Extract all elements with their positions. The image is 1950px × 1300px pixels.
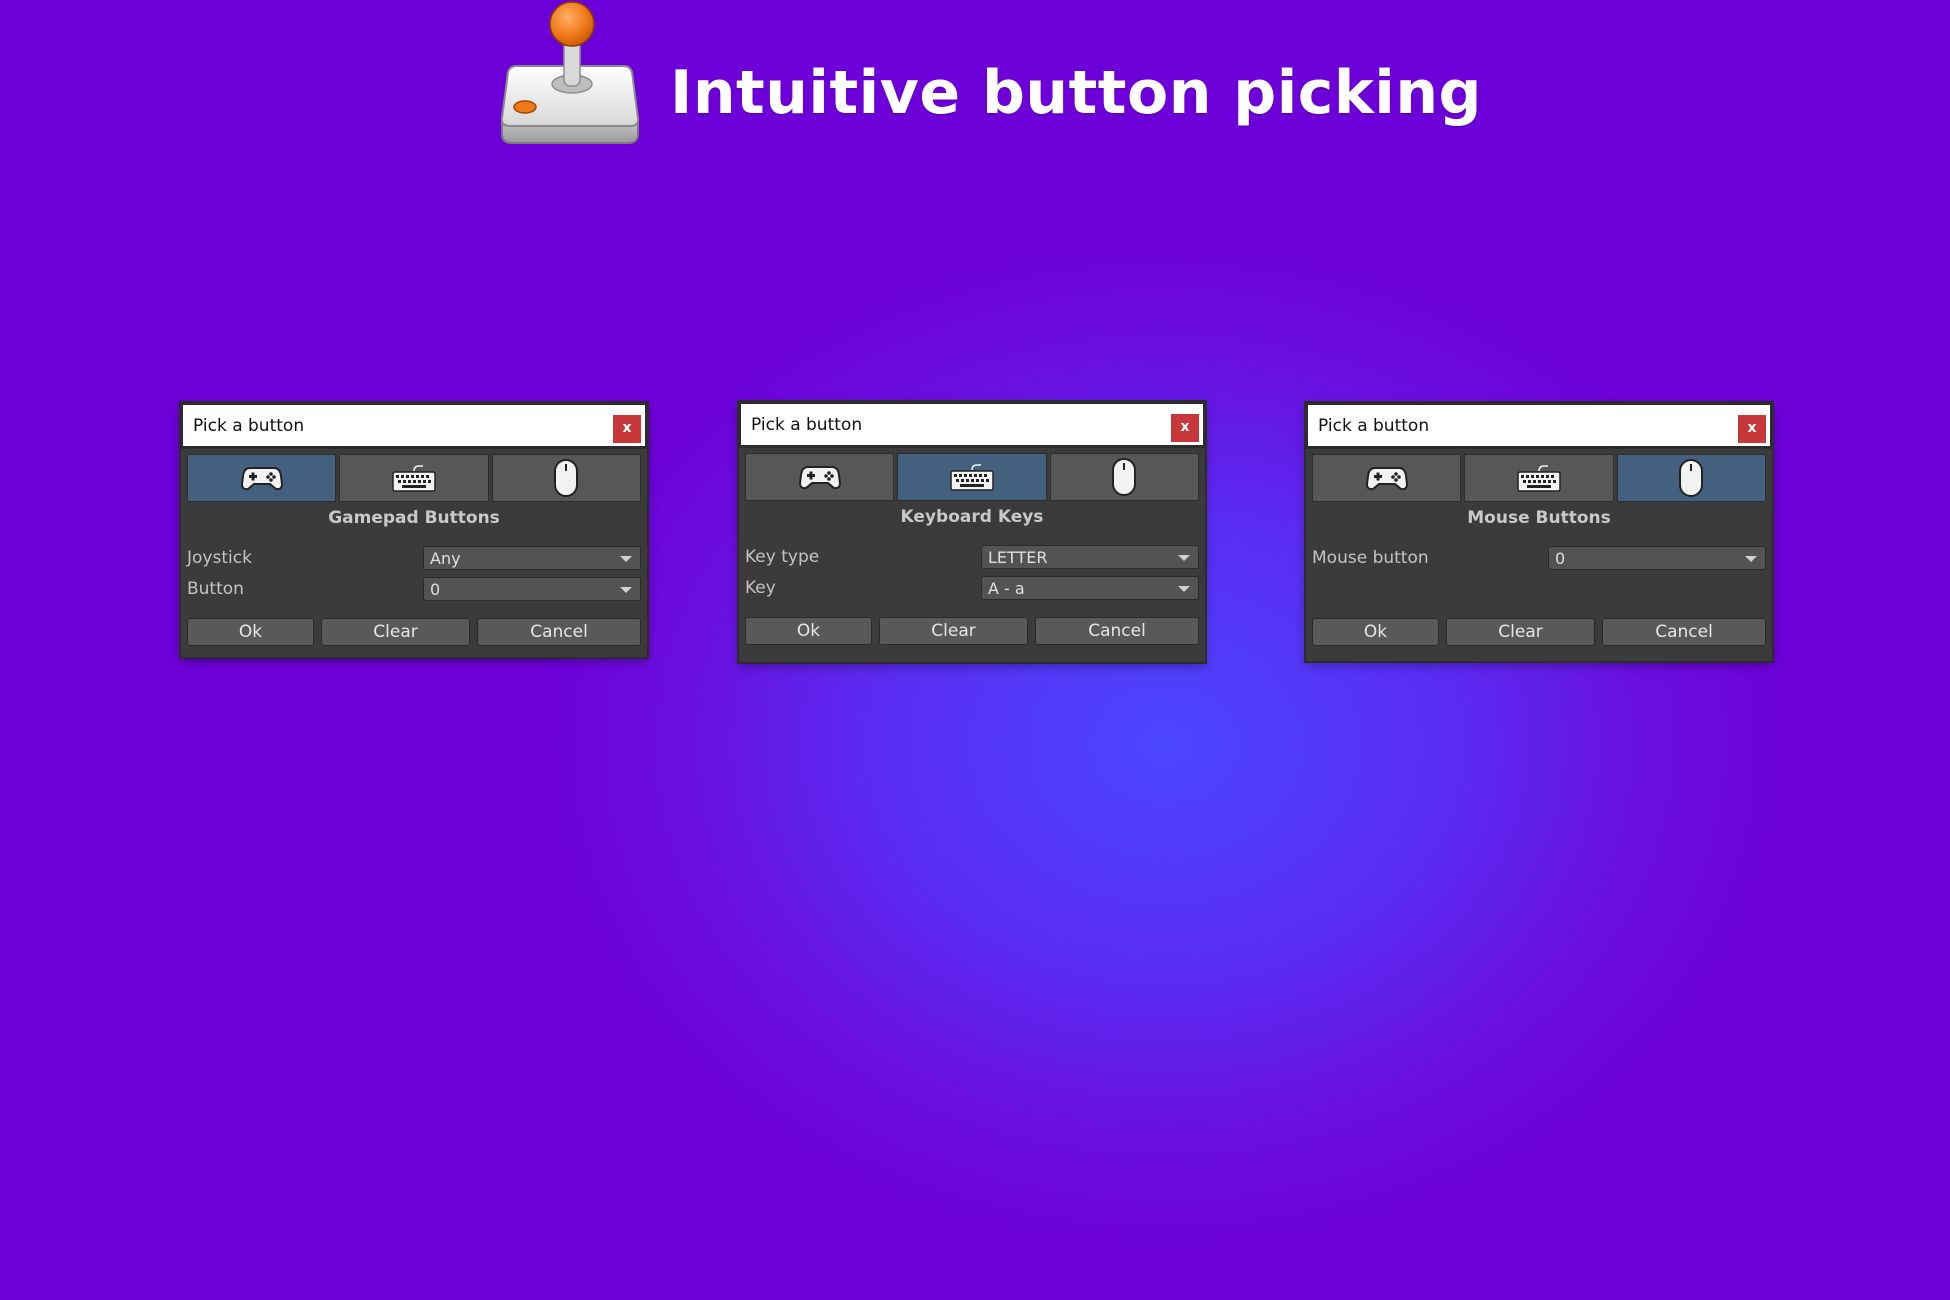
chevron-down-icon [1745, 556, 1757, 562]
gamepad-icon [798, 466, 841, 490]
section-title: Keyboard Keys [900, 507, 1044, 527]
dialog-titlebar: Pick a button x [181, 403, 647, 449]
joystick-dropdown[interactable]: Any [423, 546, 641, 570]
field-label: Joystick [187, 548, 252, 568]
chevron-down-icon [1178, 555, 1190, 561]
tab-keyboard[interactable] [339, 454, 489, 502]
clear-button[interactable]: Clear [879, 617, 1028, 645]
tab-mouse[interactable] [1049, 453, 1199, 501]
joystick-icon [496, 0, 644, 146]
dropdown-value: Any [430, 549, 461, 568]
cancel-button[interactable]: Cancel [477, 618, 641, 646]
field-row-button: Button 0 [181, 575, 647, 603]
dialog-title: Pick a button [1318, 416, 1430, 436]
button-dropdown[interactable]: 0 [423, 577, 641, 601]
close-button[interactable]: x [1171, 414, 1199, 442]
input-type-tabs [187, 454, 641, 502]
mouse-icon [1112, 458, 1137, 496]
mouse-button-dropdown[interactable]: 0 [1548, 546, 1766, 570]
tab-mouse[interactable] [491, 454, 641, 502]
input-type-tabs [745, 453, 1199, 501]
field-row-joystick: Joystick Any [181, 544, 647, 572]
dialog-title: Pick a button [193, 416, 305, 436]
dropdown-value: LETTER [988, 548, 1048, 567]
tab-gamepad[interactable] [745, 453, 895, 501]
field-label: Button [187, 579, 244, 599]
ok-button[interactable]: Ok [187, 618, 314, 646]
keyboard-icon [950, 464, 994, 491]
pick-button-dialog-gamepad: Pick a button x Gamepad Buttons Joystick… [181, 403, 647, 657]
dropdown-value: 0 [1555, 549, 1566, 568]
field-label: Key [745, 578, 776, 598]
ok-button[interactable]: Ok [745, 617, 872, 645]
chevron-down-icon [620, 587, 632, 593]
gamepad-icon [240, 467, 283, 491]
tab-keyboard[interactable] [1464, 454, 1614, 502]
mouse-icon [1679, 459, 1704, 497]
mouse-icon [554, 459, 579, 497]
close-button[interactable]: x [613, 415, 641, 443]
tab-gamepad[interactable] [187, 454, 337, 502]
ok-button[interactable]: Ok [1312, 618, 1439, 646]
field-row-key-type: Key type LETTER [739, 543, 1205, 571]
field-row-mouse-button: Mouse button 0 [1306, 544, 1772, 572]
section-title: Mouse Buttons [1467, 508, 1611, 528]
dialog-actions: Ok Clear Cancel [745, 617, 1199, 651]
input-type-tabs [1312, 454, 1766, 502]
dialog-actions: Ok Clear Cancel [187, 618, 641, 652]
key-type-dropdown[interactable]: LETTER [981, 545, 1199, 569]
cancel-button[interactable]: Cancel [1035, 617, 1199, 645]
page-title: Intuitive button picking [670, 58, 1483, 128]
dialog-actions: Ok Clear Cancel [1312, 618, 1766, 652]
dropdown-value: A - a [988, 579, 1025, 598]
keyboard-icon [1517, 465, 1561, 492]
section-title: Gamepad Buttons [328, 508, 500, 528]
gamepad-icon [1365, 467, 1408, 491]
field-row-key: Key A - a [739, 574, 1205, 602]
key-dropdown[interactable]: A - a [981, 576, 1199, 600]
close-button[interactable]: x [1738, 415, 1766, 443]
cancel-button[interactable]: Cancel [1602, 618, 1766, 646]
dialog-title: Pick a button [751, 415, 863, 435]
tab-keyboard[interactable] [897, 453, 1047, 501]
chevron-down-icon [1178, 586, 1190, 592]
pick-button-dialog-mouse: Pick a button x Mouse Buttons Mouse butt… [1306, 403, 1772, 661]
field-label: Key type [745, 547, 820, 567]
chevron-down-icon [620, 556, 632, 562]
clear-button[interactable]: Clear [321, 618, 470, 646]
dropdown-value: 0 [430, 580, 441, 599]
dialog-titlebar: Pick a button x [1306, 403, 1772, 449]
clear-button[interactable]: Clear [1446, 618, 1595, 646]
pick-button-dialog-keyboard: Pick a button x Keyboard Keys Key type L… [739, 402, 1205, 662]
dialog-titlebar: Pick a button x [739, 402, 1205, 448]
field-label: Mouse button [1312, 548, 1429, 568]
tab-gamepad[interactable] [1312, 454, 1462, 502]
keyboard-icon [392, 465, 436, 492]
tab-mouse[interactable] [1616, 454, 1766, 502]
